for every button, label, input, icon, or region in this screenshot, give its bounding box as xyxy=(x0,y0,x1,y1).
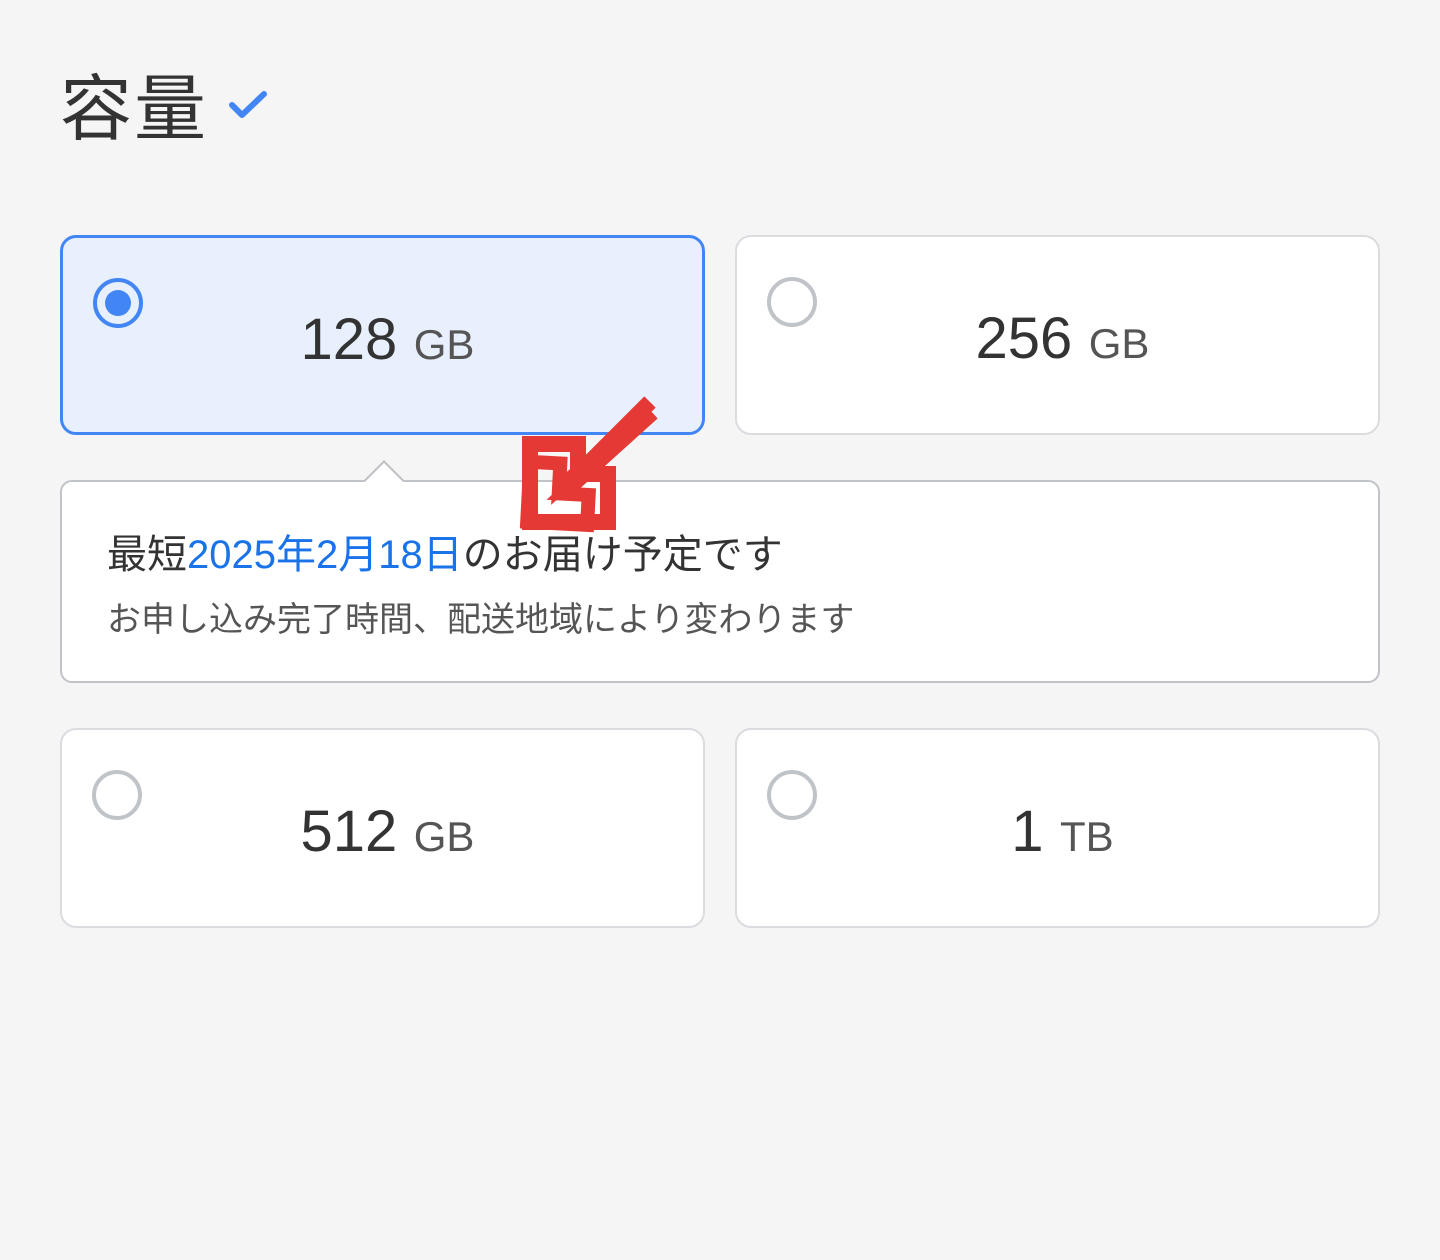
capacity-unit: GB xyxy=(414,321,475,368)
capacity-option-128gb[interactable]: 128 GB xyxy=(60,235,705,435)
option-label: 128 GB xyxy=(143,278,672,373)
capacity-value: 256 xyxy=(976,306,1073,371)
delivery-note: お申し込み完了時間、配送地域により変わります xyxy=(107,592,1333,641)
capacity-options-grid: 128 GB 256 GB 最短2025年2月18日のお届け予定です お申し込み… xyxy=(60,235,1380,928)
tooltip-arrow-icon xyxy=(362,460,406,482)
option-label: 256 GB xyxy=(817,277,1348,372)
radio-icon xyxy=(767,770,817,820)
option-label: 512 GB xyxy=(142,770,673,865)
capacity-option-256gb[interactable]: 256 GB xyxy=(735,235,1380,435)
capacity-unit: GB xyxy=(1089,320,1150,367)
delivery-prefix: 最短 xyxy=(107,533,187,577)
check-icon xyxy=(228,85,268,130)
radio-icon xyxy=(92,770,142,820)
section-title: 容量 xyxy=(60,50,208,155)
capacity-unit: GB xyxy=(414,813,475,860)
capacity-option-512gb[interactable]: 512 GB xyxy=(60,728,705,928)
capacity-value: 512 xyxy=(301,799,398,864)
radio-icon xyxy=(767,277,817,327)
capacity-value: 128 xyxy=(301,307,398,372)
capacity-value: 1 xyxy=(1011,799,1043,864)
delivery-date: 2025年2月18日 xyxy=(187,533,463,577)
capacity-option-1tb[interactable]: 1 TB xyxy=(735,728,1380,928)
delivery-estimate-text: 最短2025年2月18日のお届け予定です xyxy=(107,522,1333,580)
delivery-tooltip: 最短2025年2月18日のお届け予定です お申し込み完了時間、配送地域により変わ… xyxy=(60,480,1380,683)
section-header: 容量 xyxy=(60,50,1380,155)
delivery-suffix: のお届け予定です xyxy=(463,533,783,577)
radio-icon xyxy=(93,278,143,328)
option-label: 1 TB xyxy=(817,770,1348,865)
capacity-unit: TB xyxy=(1060,813,1114,860)
